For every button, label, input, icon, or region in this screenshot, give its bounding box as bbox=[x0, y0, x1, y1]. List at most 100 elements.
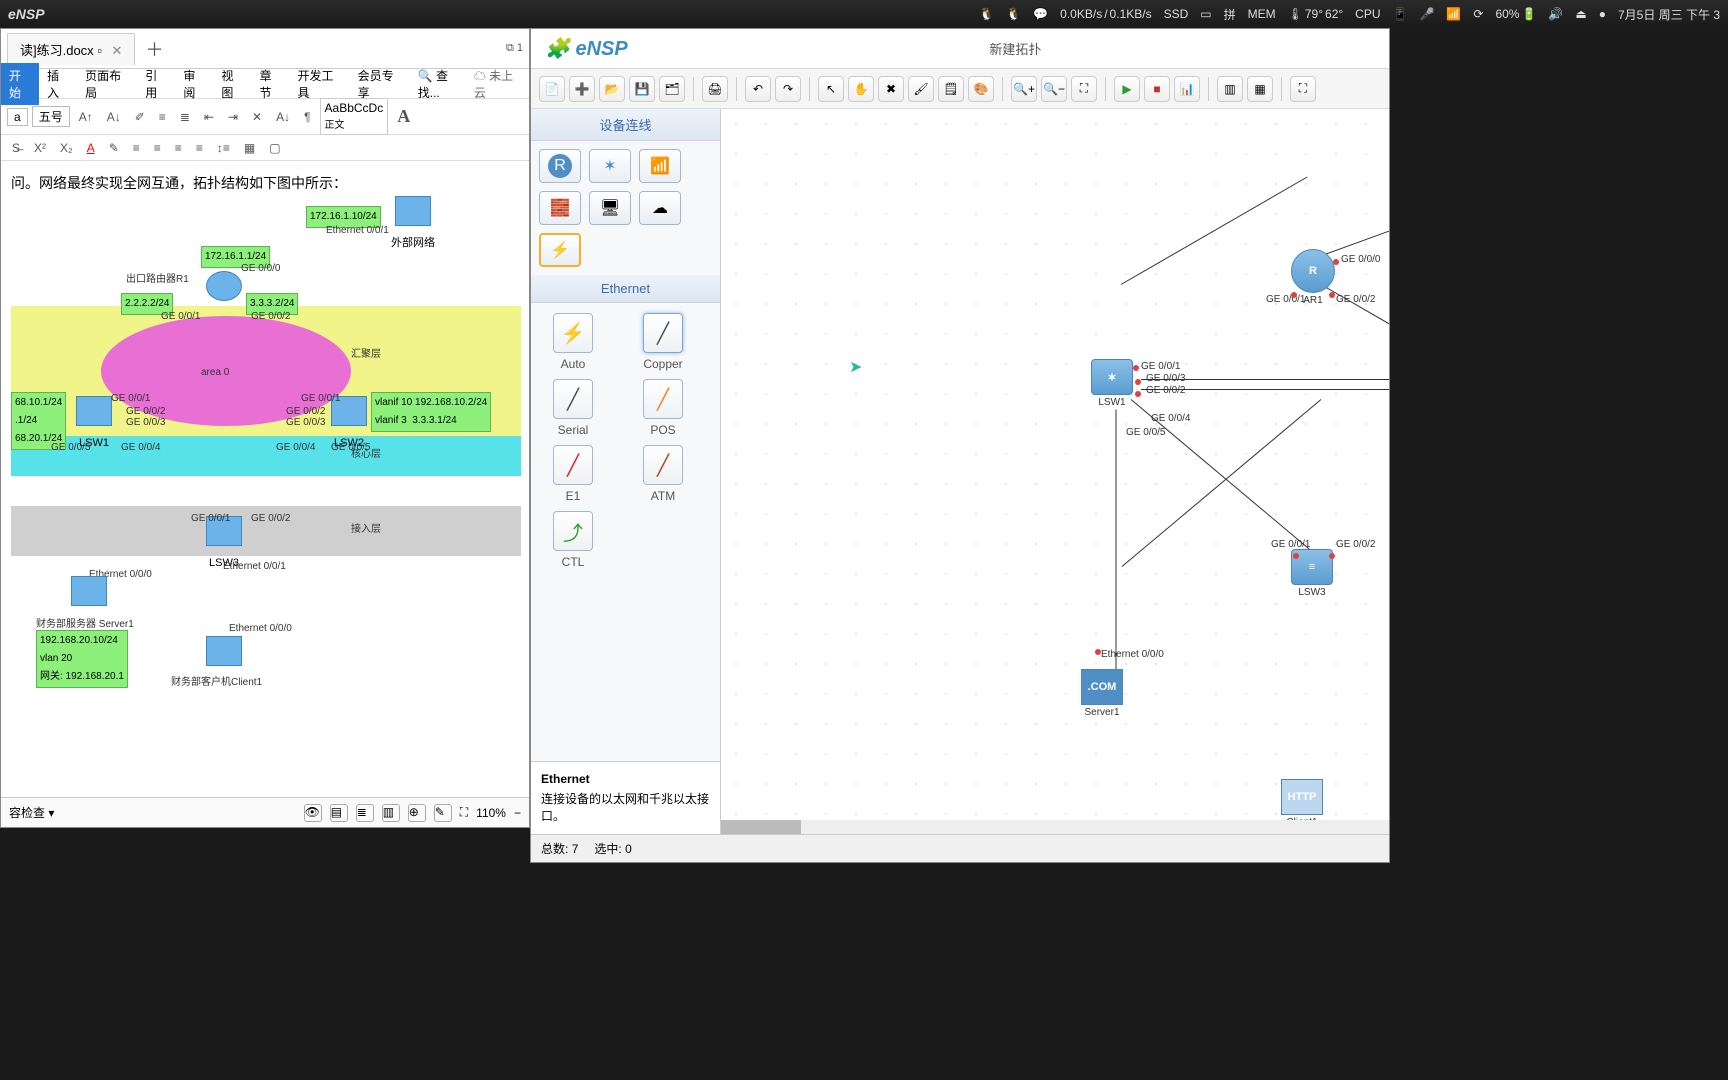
layout2-icon[interactable]: ▦ bbox=[1247, 76, 1273, 102]
chat-icon[interactable]: 💬 bbox=[1033, 7, 1048, 21]
toggle-icon[interactable]: ✕ bbox=[247, 108, 267, 126]
volume-icon[interactable]: 🔊 bbox=[1548, 7, 1563, 21]
tab-menu-icon[interactable]: ▫ bbox=[97, 43, 102, 58]
document-body[interactable]: 问。网络最终实现全网互通，拓扑结构如下图中所示： 汇聚层 核心层 接入层 are… bbox=[1, 161, 529, 819]
style-letter-icon[interactable]: A bbox=[392, 104, 415, 129]
sort-icon[interactable]: A↓ bbox=[271, 108, 295, 126]
style-preview[interactable]: AaBbCcDc正文 bbox=[320, 98, 389, 135]
font-select[interactable]: a bbox=[7, 108, 28, 126]
view-read-icon[interactable]: ▥ bbox=[382, 804, 400, 822]
view-edit-icon[interactable]: ✎ bbox=[434, 804, 452, 822]
align-justify-icon[interactable]: ≡ bbox=[191, 139, 208, 157]
zoom-out-icon[interactable]: − bbox=[514, 806, 521, 820]
print-icon[interactable]: 🖨 bbox=[702, 76, 728, 102]
conn-e1[interactable]: ╱E1 bbox=[543, 445, 603, 503]
phone-icon[interactable]: 📱 bbox=[1393, 7, 1408, 21]
horizontal-scrollbar[interactable] bbox=[721, 820, 1389, 834]
border-icon[interactable]: ▢ bbox=[264, 139, 285, 157]
dot-icon[interactable]: ● bbox=[1599, 7, 1606, 21]
increase-font-icon[interactable]: A↑ bbox=[74, 108, 98, 126]
palette-icon[interactable]: 🎨 bbox=[968, 76, 994, 102]
text-icon[interactable]: 🗒 bbox=[938, 76, 964, 102]
link-category[interactable]: ⚡ bbox=[539, 233, 581, 267]
strike-icon[interactable]: S̶ bbox=[7, 139, 25, 157]
bold-icon[interactable]: ≡ bbox=[154, 108, 171, 126]
ime-icon[interactable]: 拼 bbox=[1224, 6, 1236, 23]
start-all-icon[interactable]: ▶ bbox=[1114, 76, 1140, 102]
new-topo-icon[interactable]: 📄 bbox=[539, 76, 565, 102]
conn-serial[interactable]: ╱Serial bbox=[543, 379, 603, 437]
ribbon-chapter[interactable]: 章节 bbox=[251, 63, 289, 105]
align-right-icon[interactable]: ≡ bbox=[170, 139, 187, 157]
zoomin-icon[interactable]: 🔍+ bbox=[1011, 76, 1037, 102]
redo-icon[interactable]: ↷ bbox=[775, 76, 801, 102]
ribbon-start[interactable]: 开始 bbox=[1, 63, 39, 105]
layout-indicator[interactable]: ⧉ 1 bbox=[506, 42, 523, 55]
eject-icon[interactable]: ⏏ bbox=[1575, 7, 1586, 21]
conn-copper[interactable]: ╱Copper bbox=[633, 313, 693, 371]
router-category[interactable]: R bbox=[539, 149, 581, 183]
fit-icon[interactable]: ⛶ bbox=[460, 805, 468, 820]
penguin-icon[interactable]: 🐧 bbox=[979, 7, 994, 21]
capture-icon[interactable]: 📊 bbox=[1174, 76, 1200, 102]
layout1-icon[interactable]: ▥ bbox=[1217, 76, 1243, 102]
firewall-category[interactable]: 🧱 bbox=[539, 191, 581, 225]
super-icon[interactable]: X² bbox=[29, 139, 51, 157]
ribbon-view[interactable]: 视图 bbox=[213, 63, 251, 105]
topology-canvas[interactable]: 🖥 PC1 Ethernet 0/0/1 R AR1 GE 0/0/0 GE 0… bbox=[721, 109, 1389, 834]
cloud-category[interactable]: ☁ bbox=[639, 191, 681, 225]
close-icon[interactable]: ✕ bbox=[112, 43, 123, 58]
lsw1-node[interactable]: ✶ LSW1 bbox=[1091, 359, 1133, 408]
wifi-icon[interactable]: 📶 bbox=[1446, 7, 1461, 21]
align-center-icon[interactable]: ≡ bbox=[149, 139, 166, 157]
ribbon-insert[interactable]: 插入 bbox=[39, 63, 77, 105]
highlight-icon[interactable]: ✎ bbox=[104, 139, 124, 157]
para-icon[interactable]: ¶ bbox=[299, 108, 315, 126]
conn-auto[interactable]: ⚡Auto bbox=[543, 313, 603, 371]
zoomout-icon[interactable]: 🔍− bbox=[1041, 76, 1067, 102]
clear-format-icon[interactable]: ✐ bbox=[130, 108, 150, 126]
outdent-icon[interactable]: ⇥ bbox=[223, 108, 243, 126]
monitor-icon[interactable]: ▭ bbox=[1200, 7, 1211, 21]
delete-icon[interactable]: ✖ bbox=[878, 76, 904, 102]
new-device-icon[interactable]: ➕ bbox=[569, 76, 595, 102]
ribbon-layout[interactable]: 页面布局 bbox=[77, 63, 137, 105]
link-lsw1-server[interactable] bbox=[1116, 410, 1117, 680]
undo-icon[interactable]: ↶ bbox=[745, 76, 771, 102]
ribbon-ref[interactable]: 引用 bbox=[137, 63, 175, 105]
save-icon[interactable]: 💾 bbox=[629, 76, 655, 102]
zoom-level[interactable]: 110% bbox=[476, 806, 506, 820]
pc-category[interactable]: 🖥 bbox=[589, 191, 631, 225]
sub-icon[interactable]: X₂ bbox=[55, 139, 78, 157]
linespace-icon[interactable]: ↕≡ bbox=[212, 139, 235, 157]
switch-category[interactable]: ✶ bbox=[589, 149, 631, 183]
conn-atm[interactable]: ╱ATM bbox=[633, 445, 693, 503]
refresh-icon[interactable]: ⟳ bbox=[1473, 7, 1483, 21]
shading-icon[interactable]: ▦ bbox=[239, 139, 260, 157]
fontcolor-icon[interactable]: A bbox=[82, 139, 100, 157]
view-web-icon[interactable]: ⊕ bbox=[408, 804, 426, 822]
wlan-category[interactable]: 📶 bbox=[639, 149, 681, 183]
fit-icon[interactable]: ⛶ bbox=[1071, 76, 1097, 102]
saveas-icon[interactable]: 🗂 bbox=[659, 76, 685, 102]
cloud-status[interactable]: ☁ 未上云 bbox=[474, 67, 529, 101]
indent-icon[interactable]: ⇤ bbox=[199, 108, 219, 126]
decrease-font-icon[interactable]: A↓ bbox=[102, 108, 126, 126]
view-outline-icon[interactable]: ≣ bbox=[356, 804, 374, 822]
document-tab[interactable]: 读]练习.docx ▫ ✕ bbox=[7, 33, 135, 65]
open-icon[interactable]: 📂 bbox=[599, 76, 625, 102]
pan-icon[interactable]: ✋ bbox=[848, 76, 874, 102]
pointer-icon[interactable]: ↖ bbox=[818, 76, 844, 102]
spellcheck-menu[interactable]: 容检查 ▾ bbox=[9, 804, 54, 821]
align-left-icon[interactable]: ≡ bbox=[128, 139, 145, 157]
ribbon-review[interactable]: 审阅 bbox=[175, 63, 213, 105]
list-icon[interactable]: ≣ bbox=[175, 108, 195, 126]
conn-pos[interactable]: ╱POS bbox=[633, 379, 693, 437]
fontsize-select[interactable]: 五号 bbox=[32, 106, 70, 127]
mic-icon[interactable]: 🎤 bbox=[1419, 7, 1434, 21]
search-box[interactable]: 🔍 查找... bbox=[410, 63, 474, 105]
penguin-icon[interactable]: 🐧 bbox=[1006, 7, 1021, 21]
view-eye-icon[interactable]: 👁 bbox=[304, 804, 322, 822]
view-page-icon[interactable]: ▤ bbox=[330, 804, 348, 822]
brush-icon[interactable]: 🖌 bbox=[908, 76, 934, 102]
